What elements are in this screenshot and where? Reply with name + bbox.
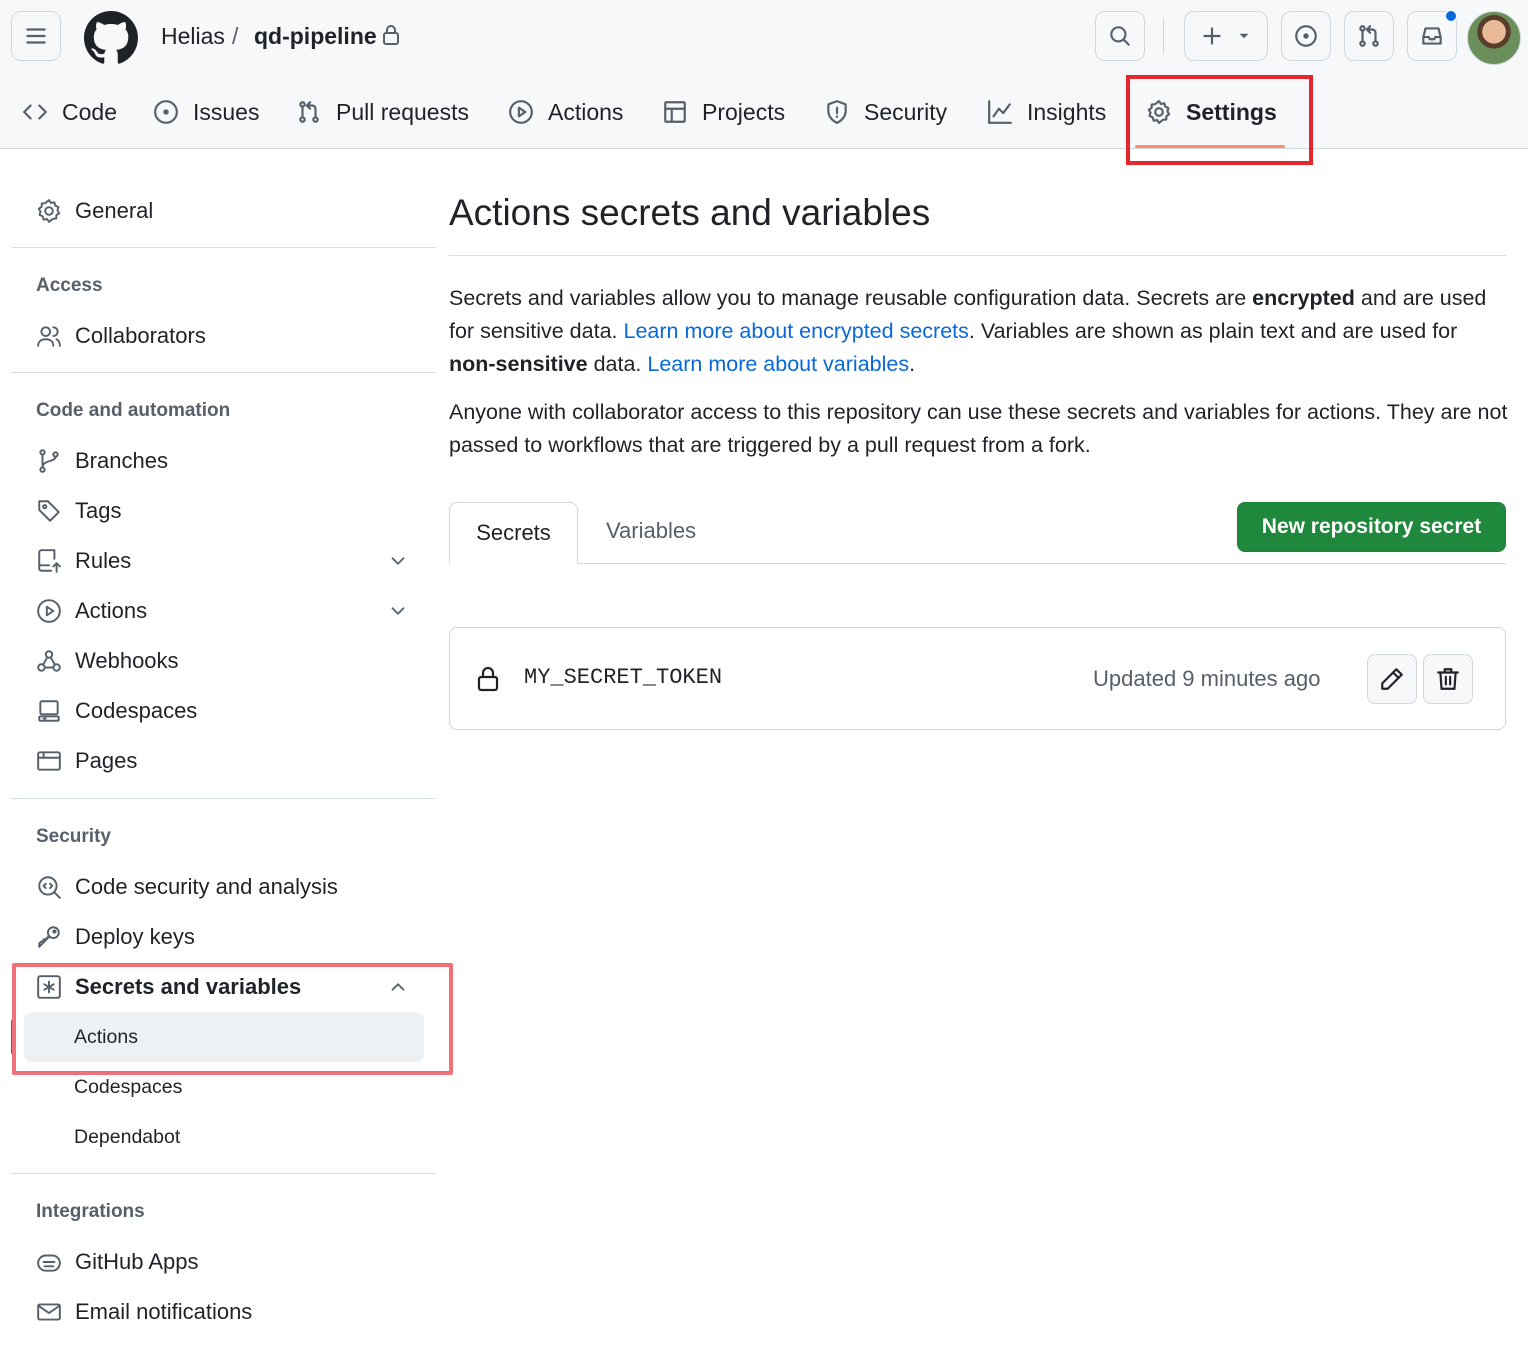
sidebar-item-webhooks[interactable]: Webhooks bbox=[36, 641, 179, 681]
tab-insights[interactable]: Insights bbox=[987, 86, 1106, 138]
sidebar-divider bbox=[11, 372, 436, 373]
secrets-highlight-box bbox=[12, 963, 453, 1075]
search-icon bbox=[1110, 26, 1130, 46]
shield-icon bbox=[827, 100, 847, 124]
sidebar-divider bbox=[11, 1173, 436, 1174]
repo-owner-link[interactable]: Helias bbox=[161, 20, 225, 52]
key-icon bbox=[38, 926, 60, 948]
repo-name-link[interactable]: qd-pipeline bbox=[254, 20, 377, 52]
sidebar-item-codespaces[interactable]: Codespaces bbox=[36, 691, 197, 731]
new-repository-secret-button[interactable]: New repository secret bbox=[1237, 502, 1506, 552]
codescan-icon bbox=[38, 876, 61, 899]
repo-push-icon bbox=[38, 549, 61, 573]
sidebar-section-code-automation: Code and automation bbox=[36, 400, 231, 421]
settings-highlight-box bbox=[1126, 75, 1313, 165]
triangle-down-icon bbox=[1239, 33, 1249, 39]
tab-pull-requests[interactable]: Pull requests bbox=[296, 86, 469, 138]
tab-secrets[interactable]: Secrets bbox=[449, 502, 578, 564]
pull-requests-button[interactable] bbox=[1344, 11, 1394, 61]
notification-indicator bbox=[1444, 9, 1458, 23]
trash-icon bbox=[1437, 668, 1459, 690]
github-logo[interactable] bbox=[84, 11, 138, 65]
sidebar-item-collaborators[interactable]: Collaborators bbox=[36, 316, 206, 356]
collaborator-note: Anyone with collaborator access to this … bbox=[449, 400, 1508, 457]
plus-icon bbox=[1203, 27, 1221, 45]
gear-icon bbox=[37, 199, 61, 223]
sidebar-subitem-dependabot[interactable]: Dependabot bbox=[74, 1117, 180, 1157]
edit-secret-button[interactable] bbox=[1367, 654, 1417, 704]
learn-more-encrypted-secrets-link[interactable]: Learn more about encrypted secrets bbox=[623, 319, 968, 343]
subtabs-divider bbox=[449, 563, 1506, 564]
code-icon bbox=[23, 104, 47, 120]
sidebar-item-pages[interactable]: Pages bbox=[36, 741, 137, 781]
sidebar-item-email-notifications[interactable]: Email notifications bbox=[36, 1292, 252, 1332]
secret-updated-time: Updated 9 minutes ago bbox=[1093, 666, 1321, 691]
tag-icon bbox=[38, 500, 60, 522]
tab-security[interactable]: Security bbox=[824, 86, 947, 138]
breadcrumb-separator: / bbox=[232, 23, 239, 49]
codespaces-icon bbox=[38, 700, 60, 722]
header-divider bbox=[1163, 18, 1164, 54]
menu-button[interactable] bbox=[11, 11, 61, 61]
webhook-icon bbox=[37, 650, 61, 672]
issue-opened-icon bbox=[1295, 25, 1317, 47]
sidebar-item-rules[interactable]: Rules bbox=[36, 541, 131, 581]
sidebar-item-code-security[interactable]: Code security and analysis bbox=[36, 867, 338, 907]
lock-icon bbox=[475, 665, 501, 693]
sidebar-section-integrations: Integrations bbox=[36, 1201, 145, 1222]
sidebar-section-security: Security bbox=[36, 826, 111, 847]
sidebar-divider bbox=[11, 247, 436, 248]
tab-code[interactable]: Code bbox=[22, 86, 117, 138]
hubot-icon bbox=[37, 1254, 61, 1272]
search-button[interactable] bbox=[1095, 11, 1145, 61]
chevron-down-icon[interactable] bbox=[387, 600, 409, 622]
menu-icon bbox=[26, 28, 46, 44]
play-icon bbox=[37, 599, 61, 623]
sidebar-item-branches[interactable]: Branches bbox=[36, 441, 168, 481]
tab-issues[interactable]: Issues bbox=[153, 86, 259, 138]
tab-variables[interactable]: Variables bbox=[606, 518, 696, 544]
sidebar-item-general[interactable]: General bbox=[36, 191, 153, 231]
title-divider bbox=[449, 255, 1506, 256]
sidebar-item-deploy-keys[interactable]: Deploy keys bbox=[36, 917, 195, 957]
sidebar-item-tags[interactable]: Tags bbox=[36, 491, 121, 531]
play-icon bbox=[509, 100, 533, 124]
issue-opened-icon bbox=[154, 100, 178, 124]
git-pull-request-icon bbox=[1359, 25, 1379, 47]
page-title: Actions secrets and variables bbox=[449, 192, 931, 233]
git-branch-icon bbox=[39, 449, 59, 473]
sidebar-section-access: Access bbox=[36, 275, 103, 296]
sidebar-item-github-apps[interactable]: GitHub Apps bbox=[36, 1242, 199, 1282]
secret-name: MY_SECRET_TOKEN bbox=[524, 665, 723, 690]
chevron-down-icon[interactable] bbox=[387, 550, 409, 572]
pencil-icon bbox=[1381, 668, 1403, 690]
description-paragraph: Secrets and variables allow you to manag… bbox=[449, 286, 1487, 376]
lock-icon bbox=[382, 24, 400, 46]
learn-more-variables-link[interactable]: Learn more about variables bbox=[647, 352, 909, 376]
inbox-icon bbox=[1422, 27, 1442, 45]
table-icon bbox=[664, 101, 686, 123]
people-icon bbox=[37, 326, 61, 347]
delete-secret-button[interactable] bbox=[1423, 654, 1473, 704]
git-pull-request-icon bbox=[299, 101, 319, 123]
sidebar-item-actions[interactable]: Actions bbox=[36, 591, 147, 631]
issues-button[interactable] bbox=[1281, 11, 1331, 61]
create-new-button[interactable] bbox=[1184, 11, 1268, 61]
sidebar-divider bbox=[11, 798, 436, 799]
tab-projects[interactable]: Projects bbox=[662, 86, 785, 138]
mail-icon bbox=[37, 1303, 61, 1321]
graph-icon bbox=[988, 100, 1012, 124]
tab-actions[interactable]: Actions bbox=[508, 86, 623, 138]
avatar[interactable] bbox=[1467, 11, 1521, 65]
browser-icon bbox=[37, 751, 61, 771]
